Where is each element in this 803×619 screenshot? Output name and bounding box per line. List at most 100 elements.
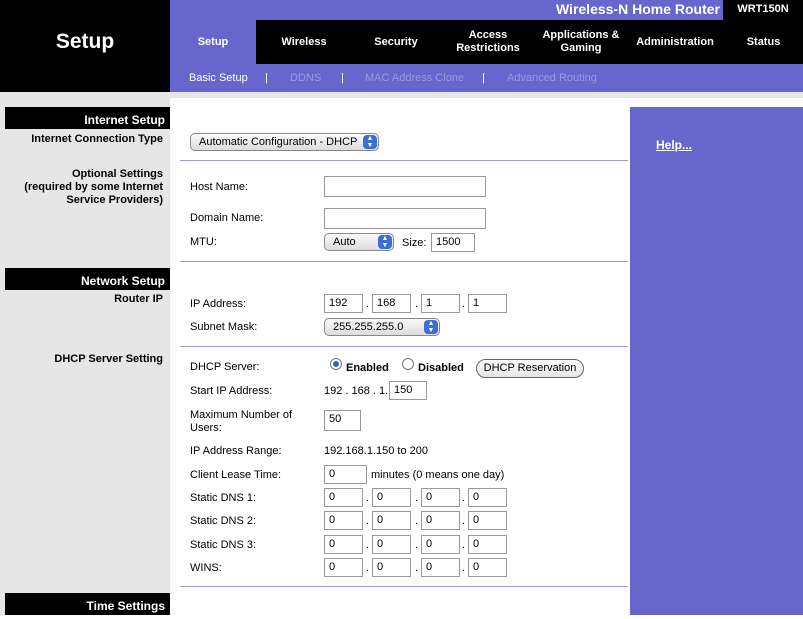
time-settings-header: Time Settings xyxy=(5,593,170,615)
ip-range-value: 192.168.1.150 to 200 xyxy=(324,445,428,457)
chevron-updown-icon: ▲ ▼ xyxy=(363,135,377,149)
ip-dot: . xyxy=(366,562,370,574)
tab-setup[interactable]: Setup xyxy=(170,20,256,64)
subtab-basic-setup[interactable]: Basic Setup xyxy=(189,64,248,92)
ip-range-label: IP Address Range: xyxy=(190,445,282,457)
section-divider xyxy=(180,346,628,347)
dns2-octet-3-input[interactable]: 0 xyxy=(421,511,460,530)
dns3-octet-2-input[interactable]: 0 xyxy=(372,535,411,554)
lease-time-input[interactable]: 0 xyxy=(324,465,367,484)
subtab-mac-address-clone[interactable]: MAC Address Clone xyxy=(365,64,464,92)
help-link[interactable]: Help... xyxy=(656,138,692,152)
subtab-ddns[interactable]: DDNS xyxy=(290,64,321,92)
ip-dot: . xyxy=(462,515,466,527)
internet-setup-header: Internet Setup xyxy=(5,107,170,129)
mtu-size-input[interactable]: 1500 xyxy=(431,233,475,252)
lease-time-label: Client Lease Time: xyxy=(190,469,282,481)
internet-connection-type-label: Internet Connection Type xyxy=(31,133,163,145)
subtab-advanced-routing[interactable]: Advanced Routing xyxy=(507,64,597,92)
wins-octet-1-input[interactable]: 0 xyxy=(324,558,363,577)
dns1-octet-4-input[interactable]: 0 xyxy=(468,488,507,507)
connection-type-select[interactable]: Automatic Configuration - DHCP ▲ ▼ xyxy=(190,133,379,151)
host-name-input[interactable] xyxy=(324,176,486,197)
subnet-mask-value: 255.255.255.0 xyxy=(333,321,404,333)
dhcp-enabled-radio[interactable] xyxy=(330,358,342,370)
section-divider xyxy=(180,586,628,587)
subnet-mask-select[interactable]: 255.255.255.0 ▲ ▼ xyxy=(324,318,440,336)
ip-dot: . xyxy=(462,562,466,574)
dhcp-disabled-radio[interactable] xyxy=(402,358,414,370)
ip-dot: . xyxy=(366,515,370,527)
dns1-octet-3-input[interactable]: 0 xyxy=(421,488,460,507)
section-divider xyxy=(180,261,628,262)
dns1-octet-2-input[interactable]: 0 xyxy=(372,488,411,507)
page-title: Setup xyxy=(55,30,115,53)
subtab-separator: | xyxy=(341,72,344,84)
product-name: Wireless-N Home Router xyxy=(555,1,720,17)
subnet-mask-label: Subnet Mask: xyxy=(190,321,258,333)
dhcp-enabled-label: Enabled xyxy=(346,362,389,374)
ip-address-label: IP Address: xyxy=(190,298,247,310)
dns1-octet-1-input[interactable]: 0 xyxy=(324,488,363,507)
mtu-mode-value: Auto xyxy=(333,236,356,248)
ip-octet-2-input[interactable]: 168 xyxy=(372,294,411,313)
tab-security[interactable]: Security xyxy=(352,20,440,64)
domain-name-label: Domain Name: xyxy=(190,212,264,224)
wins-octet-4-input[interactable]: 0 xyxy=(468,558,507,577)
lease-time-unit: minutes (0 means one day) xyxy=(371,469,505,481)
mtu-size-label: Size: xyxy=(402,237,427,249)
tab-applications-gaming[interactable]: Applications & Gaming xyxy=(536,20,626,64)
subtab-separator: | xyxy=(482,72,485,84)
dns1-label: Static DNS 1: xyxy=(190,492,257,504)
router-ip-label: Router IP xyxy=(114,293,163,305)
wins-label: WINS: xyxy=(190,562,222,574)
start-ip-prefix: 192 . 168 . 1. xyxy=(324,385,389,397)
optional-settings-label: Optional Settings (required by some Inte… xyxy=(24,168,163,206)
tab-access-restrictions[interactable]: Access Restrictions xyxy=(440,20,536,64)
connection-type-value: Automatic Configuration - DHCP xyxy=(199,136,358,148)
mtu-select[interactable]: Auto ▲ ▼ xyxy=(324,233,394,251)
network-setup-header: Network Setup xyxy=(5,268,170,290)
dns2-octet-2-input[interactable]: 0 xyxy=(372,511,411,530)
ip-dot: . xyxy=(462,539,466,551)
ip-dot: . xyxy=(415,539,419,551)
ip-dot: . xyxy=(415,515,419,527)
dns3-octet-3-input[interactable]: 0 xyxy=(421,535,460,554)
ip-dot: . xyxy=(415,492,419,504)
domain-name-input[interactable] xyxy=(324,208,486,229)
dns2-octet-1-input[interactable]: 0 xyxy=(324,511,363,530)
ip-dot: . xyxy=(415,562,419,574)
chevron-updown-icon: ▲ ▼ xyxy=(424,320,438,334)
ip-dot: . xyxy=(415,298,419,310)
dhcp-reservation-button[interactable]: DHCP Reservation xyxy=(476,359,584,378)
ip-dot: . xyxy=(462,298,466,310)
tab-status[interactable]: Status xyxy=(724,20,803,64)
dns3-octet-4-input[interactable]: 0 xyxy=(468,535,507,554)
dns3-label: Static DNS 3: xyxy=(190,539,257,551)
host-name-label: Host Name: xyxy=(190,181,249,193)
dns2-octet-4-input[interactable]: 0 xyxy=(468,511,507,530)
tab-wireless[interactable]: Wireless xyxy=(256,20,352,64)
ip-dot: . xyxy=(366,539,370,551)
dhcp-disabled-label: Disabled xyxy=(418,362,464,374)
dhcp-server-setting-label: DHCP Server Setting xyxy=(54,353,163,365)
dhcp-server-label: DHCP Server: xyxy=(190,361,260,373)
ip-octet-3-input[interactable]: 1 xyxy=(421,294,460,313)
ip-octet-1-input[interactable]: 192 xyxy=(324,294,363,313)
ip-octet-4-input[interactable]: 1 xyxy=(468,294,507,313)
ip-dot: . xyxy=(462,492,466,504)
mtu-label: MTU: xyxy=(190,236,217,248)
max-users-input[interactable]: 50 xyxy=(324,410,361,431)
ip-dot: . xyxy=(366,298,370,310)
dns3-octet-1-input[interactable]: 0 xyxy=(324,535,363,554)
subtab-separator: | xyxy=(265,72,268,84)
help-panel xyxy=(630,107,803,615)
chevron-updown-icon: ▲ ▼ xyxy=(378,235,392,249)
start-ip-last-octet-input[interactable]: 150 xyxy=(389,381,427,400)
wins-octet-2-input[interactable]: 0 xyxy=(372,558,411,577)
ip-dot: . xyxy=(366,492,370,504)
tab-administration[interactable]: Administration xyxy=(626,20,724,64)
model-number: WRT150N xyxy=(723,0,803,20)
wins-octet-3-input[interactable]: 0 xyxy=(421,558,460,577)
max-users-label: Maximum Number of Users: xyxy=(190,409,293,434)
